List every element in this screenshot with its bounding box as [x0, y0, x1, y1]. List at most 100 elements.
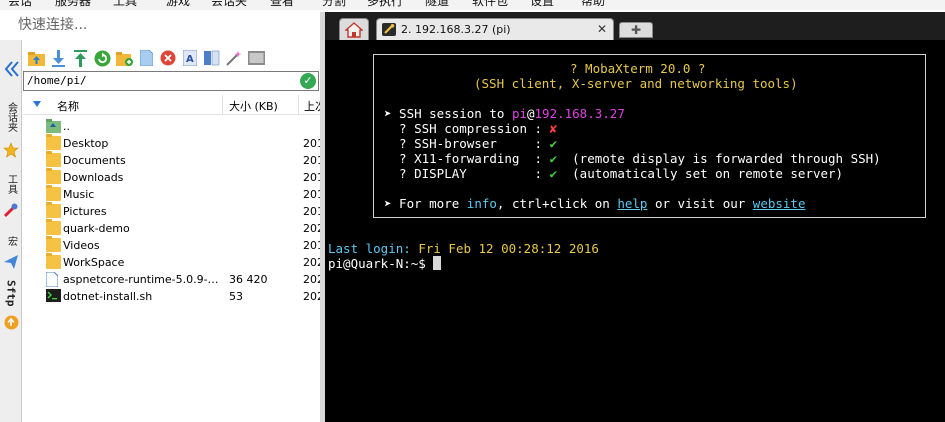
- column-separator[interactable]: [222, 95, 223, 115]
- new-tab-button[interactable]: ✚: [619, 22, 653, 38]
- last-login-label: Last login:: [328, 241, 411, 256]
- menu-session-folders[interactable]: 会话夹: [211, 0, 247, 10]
- file-row-documents[interactable]: Documents 2016: [23, 151, 320, 169]
- file-row-dotnet-install[interactable]: dotnet-install.sh 53 2021: [23, 288, 320, 305]
- file-row-downloads[interactable]: Downloads 2016: [23, 168, 320, 186]
- menu-settings[interactable]: 设置: [530, 0, 554, 10]
- tab-macros[interactable]: 宏: [0, 236, 22, 246]
- parent-directory-button[interactable]: [27, 49, 45, 67]
- check-icon: ✔: [549, 151, 558, 166]
- path-input[interactable]: /home/pi/: [27, 74, 87, 87]
- menu-servers[interactable]: 服务器: [55, 0, 91, 10]
- sftp-toolbar: A: [23, 46, 320, 70]
- path-bar[interactable]: /home/pi/ ✓: [23, 71, 319, 91]
- session-host: 192.168.3.27: [534, 106, 625, 121]
- feature-row-x11: ? X11-forwarding : ✔ (remote display is …: [384, 151, 881, 166]
- column-name[interactable]: 名称: [57, 98, 79, 114]
- file-date: 2016: [303, 171, 320, 184]
- refresh-icon: [94, 50, 110, 66]
- more-mid: , ctrl+click on: [496, 196, 618, 211]
- column-modified[interactable]: 上次: [304, 98, 320, 114]
- file-row-workspace[interactable]: WorkSpace 2020: [23, 253, 320, 271]
- file-row-music[interactable]: Music 2016: [23, 185, 320, 203]
- menu-tools[interactable]: 工具: [113, 0, 137, 10]
- tab-sftp-label: Sftp: [4, 280, 18, 307]
- rename-button[interactable]: A: [181, 49, 199, 67]
- permissions-button[interactable]: [225, 49, 243, 67]
- tab-sessions[interactable]: 会话夹: [0, 102, 22, 132]
- folder-icon: [46, 253, 61, 269]
- upload-button[interactable]: [71, 49, 89, 67]
- collapse-button[interactable]: [0, 60, 22, 78]
- menu-multiexec[interactable]: 多执行: [367, 0, 403, 10]
- file-date: 2021: [303, 273, 320, 286]
- help-link[interactable]: help: [617, 196, 647, 211]
- file-name: Documents: [63, 154, 126, 167]
- file-row-desktop[interactable]: Desktop 2016: [23, 134, 320, 152]
- delete-button[interactable]: [159, 49, 177, 67]
- folder-icon: [46, 219, 61, 235]
- menu-tunneling[interactable]: 隧道: [425, 0, 449, 10]
- file-name: Pictures: [63, 205, 107, 218]
- check-icon: ✔: [549, 166, 558, 181]
- tab-ssh-session[interactable]: 2. 192.168.3.27 (pi) ✕: [376, 18, 614, 40]
- folder-up-icon: [27, 51, 45, 66]
- new-folder-icon: [115, 51, 133, 66]
- new-file-icon: [139, 50, 153, 66]
- tab-ssh-label: 2. 192.168.3.27 (pi): [401, 23, 511, 36]
- column-size[interactable]: 大小 (KB): [229, 98, 278, 114]
- menu-games[interactable]: 游戏: [166, 0, 190, 10]
- menu-view[interactable]: 查看: [270, 0, 294, 10]
- file-list: .. Desktop 2016 Documents 2016 Downloads…: [23, 118, 320, 305]
- file-name: Downloads: [63, 171, 124, 184]
- sort-descending-icon[interactable]: [33, 101, 41, 107]
- session-user: pi: [511, 106, 527, 121]
- column-separator[interactable]: [298, 95, 299, 115]
- download-button[interactable]: [49, 49, 67, 67]
- go-check-icon[interactable]: ✓: [300, 73, 316, 89]
- feature-label: ? SSH compression :: [384, 121, 550, 136]
- prompt-line[interactable]: pi@Quark-N:~$: [328, 256, 442, 271]
- new-folder-button[interactable]: [115, 49, 133, 67]
- tab-sftp[interactable]: Sftp: [0, 280, 22, 307]
- script-file-icon: [46, 289, 61, 303]
- file-name: quark-demo: [63, 222, 130, 235]
- more-or: or visit our: [647, 196, 753, 211]
- terminal[interactable]: ? MobaXterm 20.0 ? (SSH client, X-server…: [325, 40, 945, 422]
- menu-sessions[interactable]: 会话: [8, 0, 32, 10]
- file-date: 2016: [303, 137, 320, 150]
- close-tab-icon[interactable]: ✕: [597, 22, 607, 36]
- shell-prompt: pi@Quark-N:~$: [328, 256, 434, 271]
- quick-connect-bar: [0, 12, 320, 38]
- menu-help[interactable]: 帮助: [581, 0, 605, 10]
- session-prefix: ➤ SSH session to: [384, 106, 512, 121]
- file-row-aspnetcore[interactable]: aspnetcore-runtime-5.0.9-linu... 36 420 …: [23, 271, 320, 288]
- menu-packages[interactable]: 软件包: [472, 0, 508, 10]
- feature-label: ? X11-forwarding :: [384, 151, 550, 166]
- terminal-button[interactable]: [247, 49, 265, 67]
- quick-connect-input[interactable]: [4, 14, 314, 36]
- upload-icon: [73, 49, 87, 67]
- file-date: 2020: [303, 256, 320, 269]
- menu-split[interactable]: 分割: [322, 0, 346, 10]
- home-tab[interactable]: [339, 18, 369, 40]
- star-icon: [0, 142, 22, 158]
- terminal-icon: [247, 51, 265, 65]
- website-link[interactable]: website: [753, 196, 806, 211]
- feature-label: ? DISPLAY :: [384, 166, 550, 181]
- feature-note: (automatically set on remote server): [557, 166, 844, 181]
- new-file-button[interactable]: [137, 49, 155, 67]
- properties-button[interactable]: [203, 49, 221, 67]
- tab-tools[interactable]: 工具: [0, 174, 22, 194]
- file-icon: [45, 271, 61, 288]
- file-size: 53: [229, 290, 243, 303]
- check-icon: ✔: [549, 136, 558, 151]
- file-row-quark-demo[interactable]: quark-demo 2020: [23, 219, 320, 237]
- file-row-parent[interactable]: ..: [23, 118, 320, 135]
- file-name: Music: [63, 188, 95, 201]
- file-row-pictures[interactable]: Pictures 2016: [23, 202, 320, 220]
- double-chevron-left-icon: [4, 61, 19, 77]
- info-link[interactable]: info: [467, 196, 497, 211]
- file-row-videos[interactable]: Videos 2016: [23, 236, 320, 254]
- refresh-button[interactable]: [93, 49, 111, 67]
